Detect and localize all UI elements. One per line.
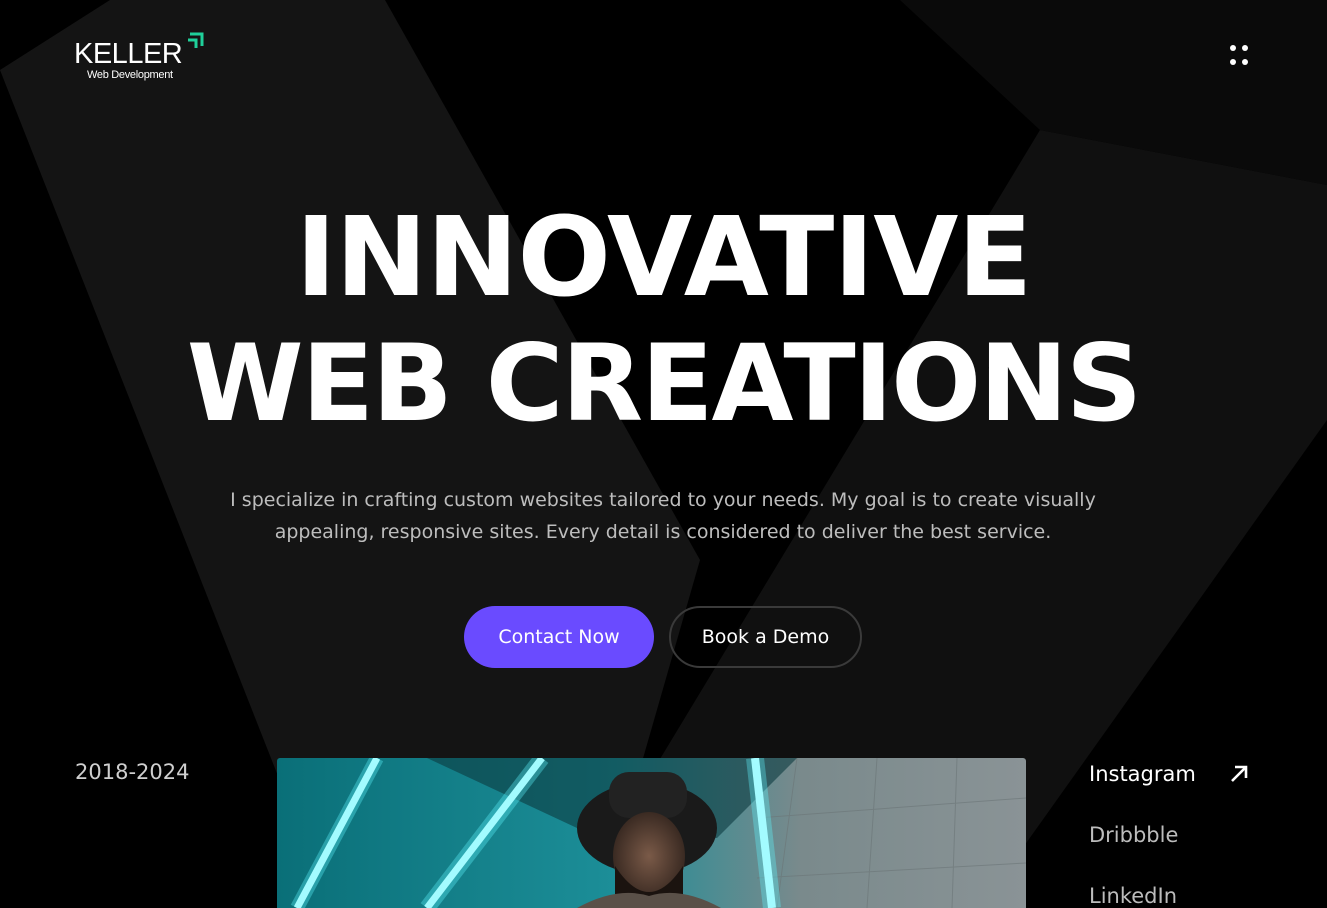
logo-arrow-icon (188, 32, 204, 48)
book-demo-button[interactable]: Book a Demo (669, 606, 862, 668)
hero-title-line1: INNOVATIVE (295, 193, 1032, 321)
hero-title-line2: WEB CREATIONS (186, 322, 1143, 445)
brand-logo[interactable]: KELLER Web Development (74, 28, 214, 84)
hero-title: INNOVATIVE WEB CREATIONS (0, 192, 1327, 446)
hero-description-line1: I specialize in crafting custom websites… (230, 489, 1096, 511)
hero-description-line2: appealing, responsive sites. Every detai… (274, 521, 1052, 543)
social-link-dribbble[interactable]: Dribbble (1089, 825, 1178, 846)
social-link-linkedin[interactable]: LinkedIn (1089, 886, 1177, 907)
contact-now-button[interactable]: Contact Now (464, 606, 654, 668)
hero-description: I specialize in crafting custom websites… (163, 484, 1163, 548)
menu-button[interactable] (1226, 41, 1256, 71)
portrait-image (277, 758, 1026, 908)
arrow-up-right-icon[interactable] (1228, 763, 1250, 785)
brand-name: KELLER (74, 38, 183, 70)
social-link-instagram[interactable]: Instagram (1089, 764, 1196, 785)
brand-tagline: Web Development (87, 69, 173, 81)
years-label: 2018-2024 (75, 760, 190, 784)
